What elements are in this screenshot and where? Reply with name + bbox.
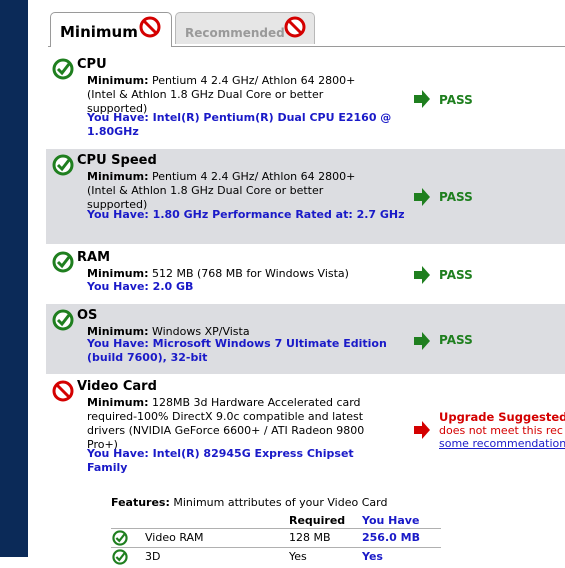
left-sidebar-bar [0,0,28,557]
you-have-text: You Have: 2.0 GB [87,280,194,293]
arrow-right-icon [413,331,431,354]
arrow-right-icon [413,187,431,210]
feature-have: 256.0 MB [362,531,420,544]
no-icon [52,380,74,405]
you-have-text: You Have: Intel(R) 82945G Express Chipse… [87,447,354,474]
result-pass: PASS [439,268,473,282]
arrow-right-icon [413,89,431,112]
arrow-right-icon [413,420,431,443]
minimum-text: Minimum: Pentium 4 2.4 GHz/ Athlon 64 28… [87,170,356,211]
column-you-have: You Have [362,514,420,527]
upgrade-suggested: Upgrade Suggested does not meet this rec… [439,410,565,451]
result-pass: PASS [439,93,473,107]
requirement-video-card: Video Card Minimum: 128MB 3d Hardware Ac… [46,375,565,485]
check-icon [52,154,74,179]
minimum-text: Minimum: Pentium 4 2.4 GHz/ Athlon 64 28… [87,74,356,115]
no-icon [139,16,161,41]
feature-required: 128 MB [289,531,331,544]
minimum-text: Minimum: 128MB 3d Hardware Accelerated c… [87,396,365,451]
check-icon [111,549,129,568]
check-icon [52,251,74,276]
tab-minimum-label: Minimum [60,23,138,41]
result-pass: PASS [439,333,473,347]
minimum-text: Minimum: 512 MB (768 MB for Windows Vist… [87,267,349,280]
requirement-cpu: CPU Minimum: Pentium 4 2.4 GHz/ Athlon 6… [46,53,565,146]
requirement-os: OS Minimum: Windows XP/Vista You Have: M… [46,304,565,374]
arrow-right-icon [413,265,431,288]
you-have-text: You Have: 1.80 GHz Performance Rated at:… [87,208,405,221]
tab-recommended-label: Recommended [185,26,285,40]
column-required: Required [289,514,346,527]
requirement-title: RAM [77,250,111,265]
you-have-text: You Have: Microsoft Windows 7 Ultimate E… [87,337,387,364]
table-row: Video RAM 128 MB 256.0 MB [111,529,441,547]
check-icon [52,309,74,334]
requirement-title: CPU Speed [77,153,157,168]
result-pass: PASS [439,190,473,204]
check-icon [52,58,74,83]
requirement-title: CPU [77,57,107,72]
you-have-text: You Have: Intel(R) Pentium(R) Dual CPU E… [87,111,392,138]
tab-strip: Minimum Recommended [28,0,565,47]
feature-name: Video RAM [145,531,204,544]
requirement-ram: RAM Minimum: 512 MB (768 MB for Windows … [46,246,565,299]
no-icon [284,16,306,41]
upgrade-text: does not meet this rec [439,424,563,437]
recommendation-link[interactable]: some recommendation [439,437,565,450]
features-heading: Features: Minimum attributes of your Vid… [111,496,388,509]
tab-minimum[interactable]: Minimum [50,12,172,47]
requirement-title: Video Card [77,379,157,394]
requirement-cpu-speed: CPU Speed Minimum: Pentium 4 2.4 GHz/ At… [46,149,565,244]
upgrade-title: Upgrade Suggested [439,410,565,424]
requirement-title: OS [77,308,98,323]
tab-recommended[interactable]: Recommended [175,12,315,44]
table-row: 3D Yes Yes [111,548,441,566]
